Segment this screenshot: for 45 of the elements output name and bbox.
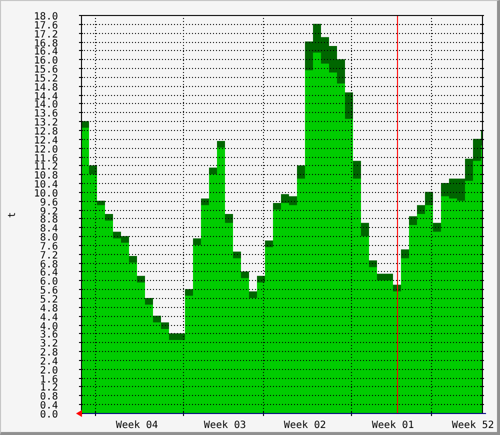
y-tick-label: 8.0: [40, 232, 58, 244]
y-tick-label: 18.0: [34, 12, 58, 22]
y-tick-label: 2.4: [40, 356, 58, 368]
y-tick-label: 11.2: [34, 162, 58, 172]
y-tick-label: 15.6: [34, 64, 58, 76]
y-tick-label: 13.6: [34, 108, 58, 120]
y-tick-label: 6.4: [40, 268, 58, 278]
x-tick-label: Week 01: [372, 420, 414, 431]
y-tick-label: 3.6: [40, 330, 58, 340]
y-tick-label: 0.8: [40, 392, 58, 402]
y-tick-label: 0.4: [40, 400, 58, 412]
y-tick-label: 5.2: [40, 294, 58, 306]
x-tick-label: Week 04: [116, 420, 158, 431]
y-tick-label: 17.6: [34, 20, 58, 32]
y-tick-label: 7.2: [40, 250, 58, 262]
y-tick-label: 4.8: [40, 304, 58, 314]
y-tick-label: 2.8: [40, 348, 58, 358]
y-tick-label: 2.0: [40, 366, 58, 376]
y-tick-label: 1.2: [40, 382, 58, 394]
y-tick-label: 8.4: [40, 224, 58, 234]
y-tick-label: 0.0: [40, 410, 58, 420]
y-tick-label: 7.6: [40, 242, 58, 252]
x-tick-label: Week 02: [284, 420, 326, 431]
y-tick-label: 3.2: [40, 338, 58, 350]
y-tick-label: 12.8: [34, 126, 58, 138]
y-tick-label: 15.2: [34, 74, 58, 84]
y-tick-label: 12.4: [34, 136, 58, 146]
y-tick-label: 10.0: [34, 188, 58, 200]
y-tick-label: 9.6: [40, 198, 58, 208]
y-tick-label: 14.8: [34, 82, 58, 94]
y-tick-label: 17.2: [34, 30, 58, 40]
y-tick-label: 6.0: [40, 276, 58, 288]
y-tick-label: 13.2: [34, 118, 58, 128]
x-tick-label: Week 52: [452, 420, 494, 431]
y-tick-label: 12.0: [34, 144, 58, 156]
y-tick-label: 16.0: [34, 56, 58, 66]
y-tick-label: 14.0: [34, 100, 58, 110]
y-tick-label: 16.4: [34, 46, 58, 58]
x-tick-label: Week 03: [204, 420, 246, 431]
y-tick-label: 10.8: [34, 170, 58, 182]
y-tick-label: 5.6: [40, 286, 58, 296]
y-tick-label: 4.4: [40, 312, 58, 324]
y-tick-label: 10.4: [34, 180, 58, 190]
y-axis-title: t: [7, 212, 18, 218]
y-tick-label: 8.8: [40, 214, 58, 226]
